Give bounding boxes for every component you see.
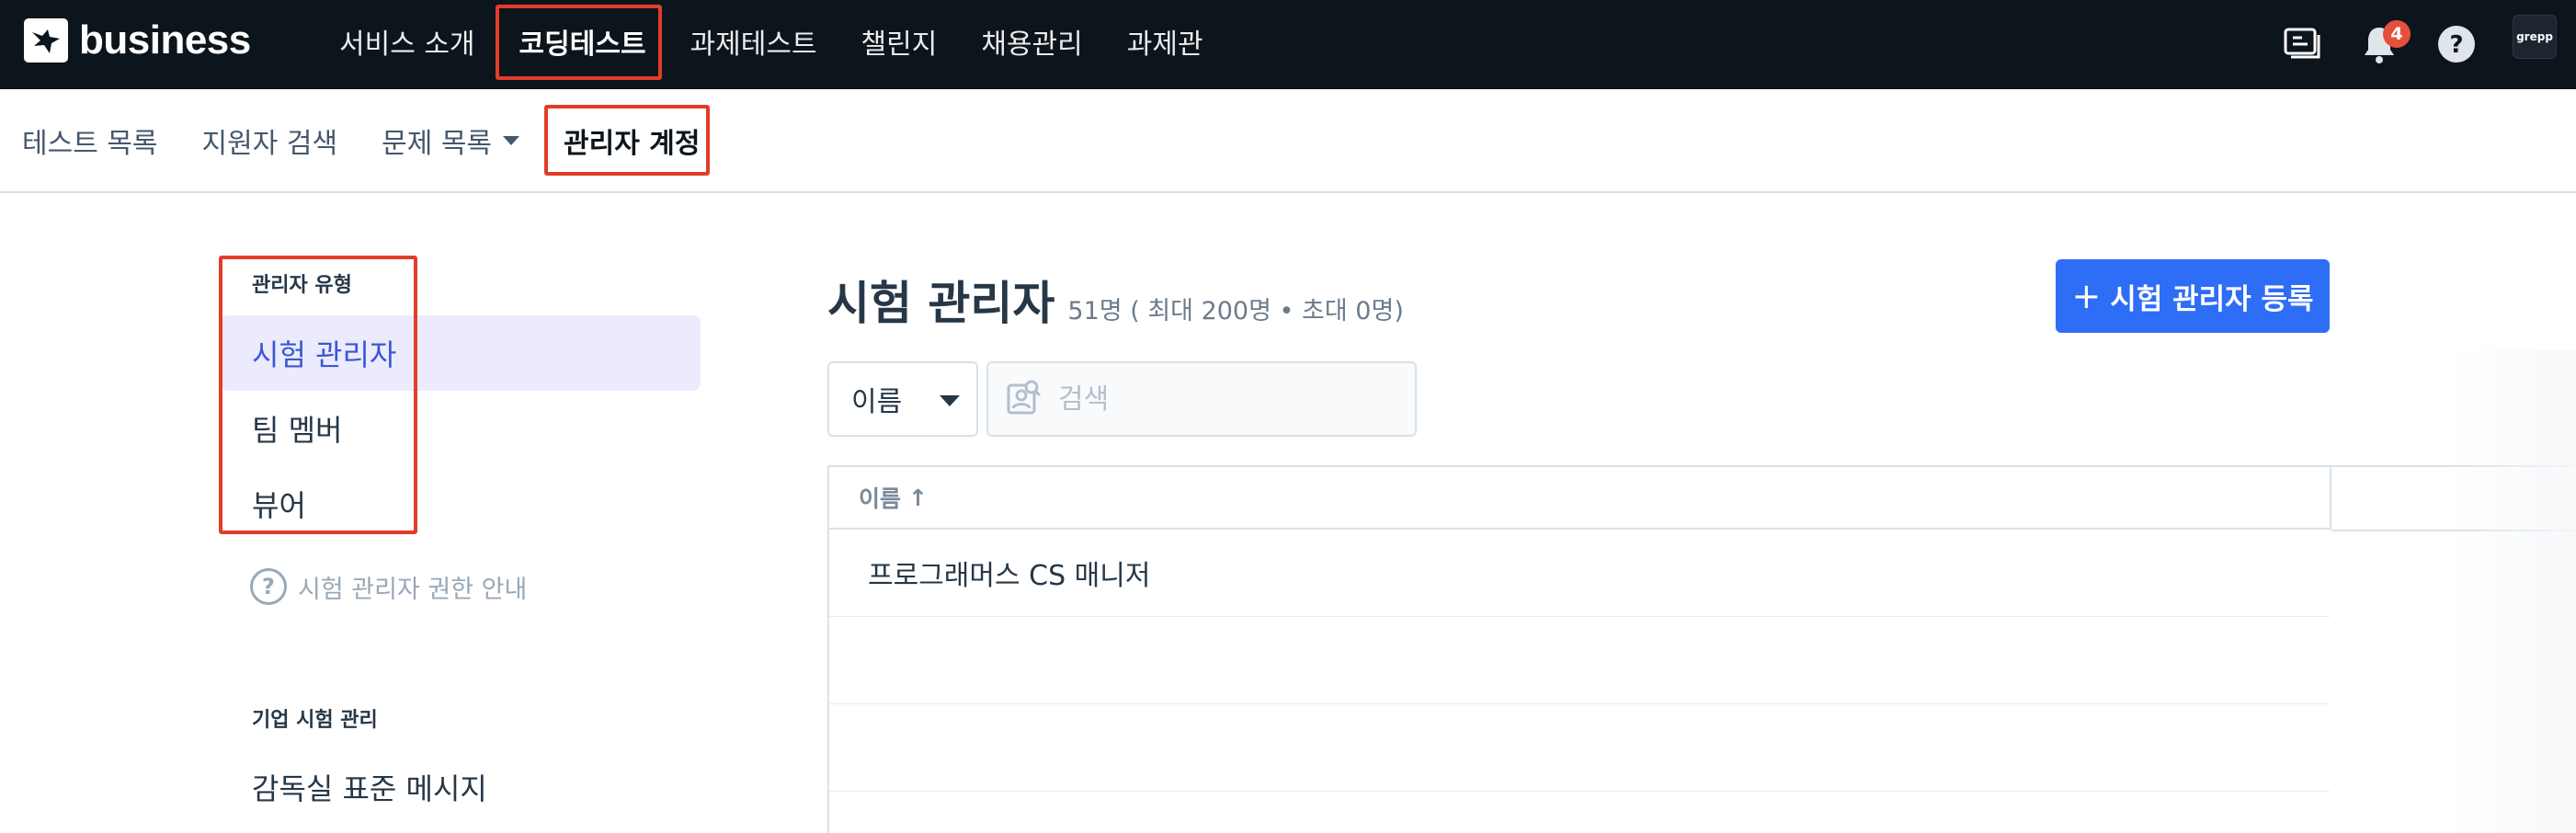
gnb-item-coding-test[interactable]: 코딩테스트 xyxy=(497,27,668,63)
notification-bell-icon[interactable]: 4 xyxy=(2352,17,2411,72)
table-row[interactable]: 프로그래머스 CS 매니저 xyxy=(829,530,2330,617)
help-link-label: 시험 관리자 권한 안내 xyxy=(298,575,528,604)
gnb-item-assignment-hall[interactable]: 과제관 xyxy=(1105,27,1225,63)
search-box[interactable] xyxy=(986,361,1417,437)
gnb-item-service-intro[interactable]: 서비스 소개 xyxy=(317,27,497,63)
search-field-select-value: 이름 xyxy=(851,386,903,418)
sidebar-item-team-member[interactable]: 팀 멤버 xyxy=(221,391,701,466)
plus-icon: + xyxy=(2071,276,2102,316)
column-header-name[interactable]: 이름 xyxy=(859,481,901,514)
subnav-test-list[interactable]: 테스트 목록 xyxy=(0,120,180,161)
sidebar-item-viewer[interactable]: 뷰어 xyxy=(221,466,701,542)
register-button-label: 시험 관리자 등록 xyxy=(2110,282,2314,316)
table-header-divider xyxy=(2331,530,2576,531)
table-header: 이름 ↑ xyxy=(829,467,2330,530)
table-row-empty xyxy=(829,617,2330,704)
notification-badge: 4 xyxy=(2383,20,2411,48)
sidebar-section-title-admin-type: 관리자 유형 xyxy=(252,274,352,297)
brand-logo[interactable]: business xyxy=(24,18,251,63)
subnav-problem-list-label: 문제 목록 xyxy=(382,127,493,160)
search-input[interactable] xyxy=(1058,382,1389,416)
gnb-item-assignment-test[interactable]: 과제테스트 xyxy=(668,27,839,63)
question-circle-icon: ? xyxy=(250,568,287,605)
row-admin-name: 프로그래머스 CS 매니저 xyxy=(868,560,1151,592)
bird-logo-icon xyxy=(24,18,68,63)
table-column-divider xyxy=(2330,467,2331,530)
admin-count-text: 51명 ( 최대 200명 • 초대 0명) xyxy=(1067,297,1404,325)
subnav-problem-list[interactable]: 문제 목록 xyxy=(359,120,541,161)
subnav-admin-accounts[interactable]: 관리자 계정 xyxy=(541,120,722,161)
avatar[interactable]: grepp xyxy=(2513,15,2557,59)
admin-table: 이름 ↑ 프로그래머스 CS 매니저 xyxy=(827,465,2576,833)
page-title: 시험 관리자 xyxy=(827,277,1055,330)
svg-text:?: ? xyxy=(2449,31,2463,59)
help-icon[interactable]: ? xyxy=(2429,17,2484,72)
gnb-item-challenge[interactable]: 챌린지 xyxy=(839,27,960,63)
sub-navigation: 테스트 목록 지원자 검색 문제 목록 관리자 계정 xyxy=(0,89,2576,193)
chevron-down-icon xyxy=(503,135,520,145)
register-exam-admin-button[interactable]: + 시험 관리자 등록 xyxy=(2056,259,2330,333)
search-field-select[interactable]: 이름 xyxy=(827,361,978,437)
sidebar-item-proctor-messages[interactable]: 감독실 표준 메시지 xyxy=(221,749,701,825)
caret-down-icon xyxy=(940,395,960,406)
sort-ascending-icon[interactable]: ↑ xyxy=(908,485,928,511)
screen-share-icon[interactable] xyxy=(2274,17,2330,72)
sidebar-item-exam-admin[interactable]: 시험 관리자 xyxy=(221,315,701,391)
gnb-item-recruitment[interactable]: 채용관리 xyxy=(959,27,1104,63)
subnav-applicant-search[interactable]: 지원자 검색 xyxy=(180,120,360,161)
global-nav: 서비스 소개 코딩테스트 과제테스트 챌린지 채용관리 과제관 xyxy=(317,0,1225,89)
person-search-icon xyxy=(1005,378,1043,420)
sidebar-section-title-company-exam: 기업 시험 관리 xyxy=(252,709,378,732)
admin-permission-help-link[interactable]: ? 시험 관리자 권한 안내 xyxy=(250,568,527,605)
page-title-row: 시험 관리자 51명 ( 최대 200명 • 초대 0명) xyxy=(827,267,1404,333)
brand-name: business xyxy=(79,17,251,63)
table-row-empty xyxy=(829,704,2330,792)
top-navigation-bar: business 서비스 소개 코딩테스트 과제테스트 챌린지 채용관리 과제관… xyxy=(0,0,2576,89)
